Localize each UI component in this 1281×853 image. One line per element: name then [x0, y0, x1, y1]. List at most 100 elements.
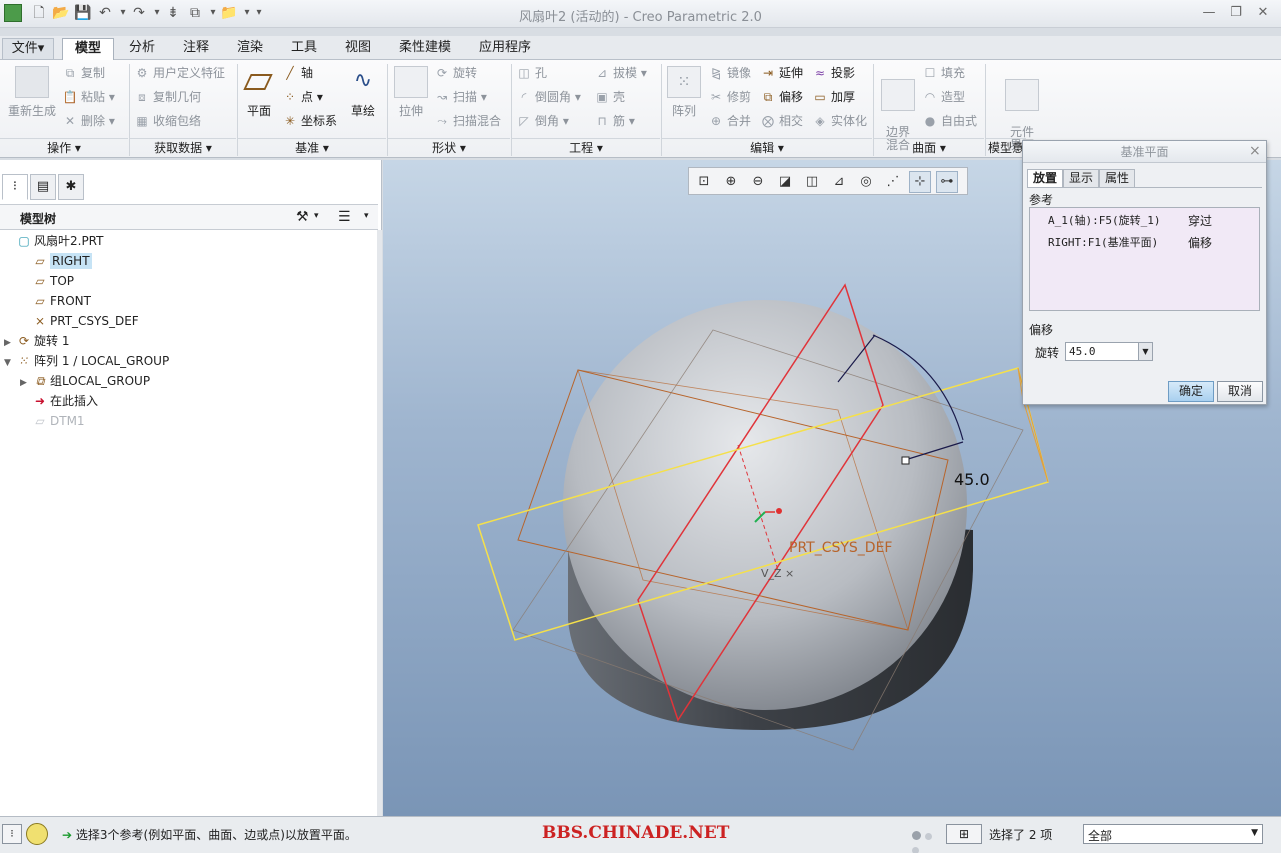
reference-constraint[interactable]: 偏移	[1188, 232, 1212, 254]
editing-group-label[interactable]: 编辑 ▾	[662, 138, 872, 156]
datum-display-icon[interactable]: ⋰	[882, 171, 904, 193]
redo-icon[interactable]: ↷	[130, 4, 148, 22]
sweep-button[interactable]: ↝ 扫描 ▾	[434, 88, 487, 106]
tree-settings-dropdown-icon[interactable]: ▾	[314, 211, 319, 221]
fill-button[interactable]: ☐ 填充	[922, 64, 965, 82]
round-button[interactable]: ◜ 倒圆角 ▾	[516, 88, 581, 106]
extend-button[interactable]: ⇥ 延伸	[760, 64, 803, 82]
zoom-out-icon[interactable]: ⊖	[747, 171, 769, 193]
intersect-button[interactable]: ⨂ 相交	[760, 112, 803, 130]
view-manager-icon[interactable]: ◎	[855, 171, 877, 193]
dialog-close-icon[interactable]: ×	[1249, 143, 1261, 159]
undo-dropdown-icon[interactable]: ▾	[118, 4, 128, 22]
ok-button[interactable]: 确定	[1168, 381, 1214, 402]
favorites-tab[interactable]: ✱	[58, 174, 84, 200]
tree-item[interactable]: ▱ RIGHT	[4, 251, 374, 271]
trim-button[interactable]: ✂ 修剪	[708, 88, 751, 106]
undo-icon[interactable]: ↶	[96, 4, 114, 22]
tab-file[interactable]: 文件▾	[2, 38, 54, 60]
tab-flexible-modeling[interactable]: 柔性建模	[386, 38, 464, 60]
datum-group-label[interactable]: 基准 ▾	[238, 138, 386, 156]
display-style-icon[interactable]: ◫	[801, 171, 823, 193]
saved-views-icon[interactable]: ⊿	[828, 171, 850, 193]
hole-button[interactable]: ◫ 孔	[516, 64, 547, 82]
copy-geometry-button[interactable]: ⧈ 复制几何	[134, 88, 201, 106]
restore-button[interactable]: ❐	[1225, 4, 1247, 22]
rib-button[interactable]: ⊓ 筋 ▾	[594, 112, 635, 130]
model-tree-tab[interactable]: ⁝	[2, 174, 28, 200]
sketch-button[interactable]: ∿ 草绘	[344, 66, 382, 119]
rotation-dropdown-icon[interactable]: ▼	[1138, 343, 1152, 360]
surfaces-group-label[interactable]: 曲面 ▾	[874, 138, 984, 156]
regenerate-icon[interactable]: ⇟	[164, 4, 182, 22]
tree-item[interactable]: ▼ ⁙ 阵列 1 / LOCAL_GROUP	[4, 351, 374, 371]
close-button[interactable]: ✕	[1252, 4, 1274, 22]
tab-view[interactable]: 视图	[332, 38, 384, 60]
tab-applications[interactable]: 应用程序	[466, 38, 544, 60]
tree-item[interactable]: ⨯ PRT_CSYS_DEF	[4, 311, 374, 331]
datum-axis-button[interactable]: ╱ 轴	[282, 64, 313, 82]
windows-dropdown-icon[interactable]: ▾	[208, 4, 218, 22]
reference-row[interactable]: A_1(轴):F5(旋转_1) 穿过	[1030, 210, 1259, 232]
tree-item[interactable]: ▶ ⟳ 旋转 1	[4, 331, 374, 351]
repaint-icon[interactable]: ◪	[774, 171, 796, 193]
paste-button[interactable]: 📋 粘贴 ▾	[62, 88, 115, 106]
cancel-button[interactable]: 取消	[1217, 381, 1263, 402]
swept-blend-button[interactable]: ⤳ 扫描混合	[434, 112, 501, 130]
toggle-navigator-icon[interactable]: ⁝	[2, 824, 22, 844]
filter-dropdown-icon[interactable]: ▼	[1251, 828, 1258, 838]
mirror-button[interactable]: ⧎ 镜像	[708, 64, 751, 82]
tab-annotate[interactable]: 注释	[170, 38, 222, 60]
tab-analysis[interactable]: 分析	[116, 38, 168, 60]
datum-plane-button[interactable]: 平面	[240, 66, 278, 119]
udf-button[interactable]: ⚙ 用户定义特征	[134, 64, 225, 82]
tree-item[interactable]: ▱ DTM1	[4, 411, 374, 431]
operations-group-label[interactable]: 操作 ▾	[0, 138, 128, 156]
thicken-button[interactable]: ▭ 加厚	[812, 88, 855, 106]
regenerate-button[interactable]: 重新生成	[4, 66, 60, 119]
refit-icon[interactable]: ⊡	[693, 171, 715, 193]
tab-tools[interactable]: 工具	[278, 38, 330, 60]
annotation-display-icon[interactable]: ⊹	[909, 171, 931, 193]
style-button[interactable]: ◠ 造型	[922, 88, 965, 106]
expand-toggle-icon[interactable]: ▶	[20, 373, 32, 393]
references-list[interactable]: A_1(轴):F5(旋转_1) 穿过 RIGHT:F1(基准平面) 偏移	[1029, 207, 1260, 311]
windows-icon[interactable]: ⧉	[186, 4, 204, 22]
engineering-group-label[interactable]: 工程 ▾	[512, 138, 660, 156]
shapes-group-label[interactable]: 形状 ▾	[388, 138, 510, 156]
tree-item[interactable]: ▱ TOP	[4, 271, 374, 291]
tree-item[interactable]: ▱ FRONT	[4, 291, 374, 311]
spin-center-icon[interactable]: ⊶	[936, 171, 958, 193]
tree-item[interactable]: ▢ 风扇叶2.PRT	[4, 231, 374, 251]
delete-button[interactable]: ✕ 删除 ▾	[62, 112, 115, 130]
shrinkwrap-button[interactable]: ▦ 收缩包络	[134, 112, 201, 130]
tab-placement[interactable]: 放置	[1027, 169, 1064, 188]
chamfer-button[interactable]: ◸ 倒角 ▾	[516, 112, 568, 130]
folder-icon[interactable]: 📁	[220, 4, 238, 22]
angle-dimension[interactable]: 45.0	[954, 470, 990, 489]
pattern-button[interactable]: ⁙ 阵列	[666, 66, 702, 119]
folder-browser-tab[interactable]: ▤	[30, 174, 56, 200]
shell-button[interactable]: ▣ 壳	[594, 88, 625, 106]
open-icon[interactable]: 📂	[52, 4, 70, 22]
revolve-button[interactable]: ⟳ 旋转	[434, 64, 477, 82]
expand-toggle-icon[interactable]: ▼	[4, 353, 16, 373]
model-intent-group-label[interactable]: 模型意	[986, 138, 1026, 156]
tab-display[interactable]: 显示	[1063, 169, 1100, 188]
save-icon[interactable]: 💾	[74, 4, 92, 22]
reference-constraint[interactable]: 穿过	[1188, 210, 1212, 232]
new-icon[interactable]: 🗋	[30, 4, 48, 22]
tab-model[interactable]: 模型	[62, 38, 114, 60]
tree-columns-icon[interactable]: ☰	[338, 209, 351, 225]
tab-properties[interactable]: 属性	[1099, 169, 1136, 188]
tab-render[interactable]: 渲染	[224, 38, 276, 60]
freestyle-button[interactable]: ● 自由式	[922, 112, 977, 130]
tree-columns-dropdown-icon[interactable]: ▾	[364, 211, 369, 221]
tree-item[interactable]: ▶ ⧉ 组LOCAL_GROUP	[4, 371, 374, 391]
tree-scrollbar[interactable]	[377, 230, 382, 816]
zoom-in-icon[interactable]: ⊕	[720, 171, 742, 193]
toggle-browser-icon[interactable]	[26, 823, 48, 845]
minimize-button[interactable]: —	[1198, 4, 1220, 22]
csys-button[interactable]: ✳ 坐标系	[282, 112, 337, 130]
redo-dropdown-icon[interactable]: ▾	[152, 4, 162, 22]
